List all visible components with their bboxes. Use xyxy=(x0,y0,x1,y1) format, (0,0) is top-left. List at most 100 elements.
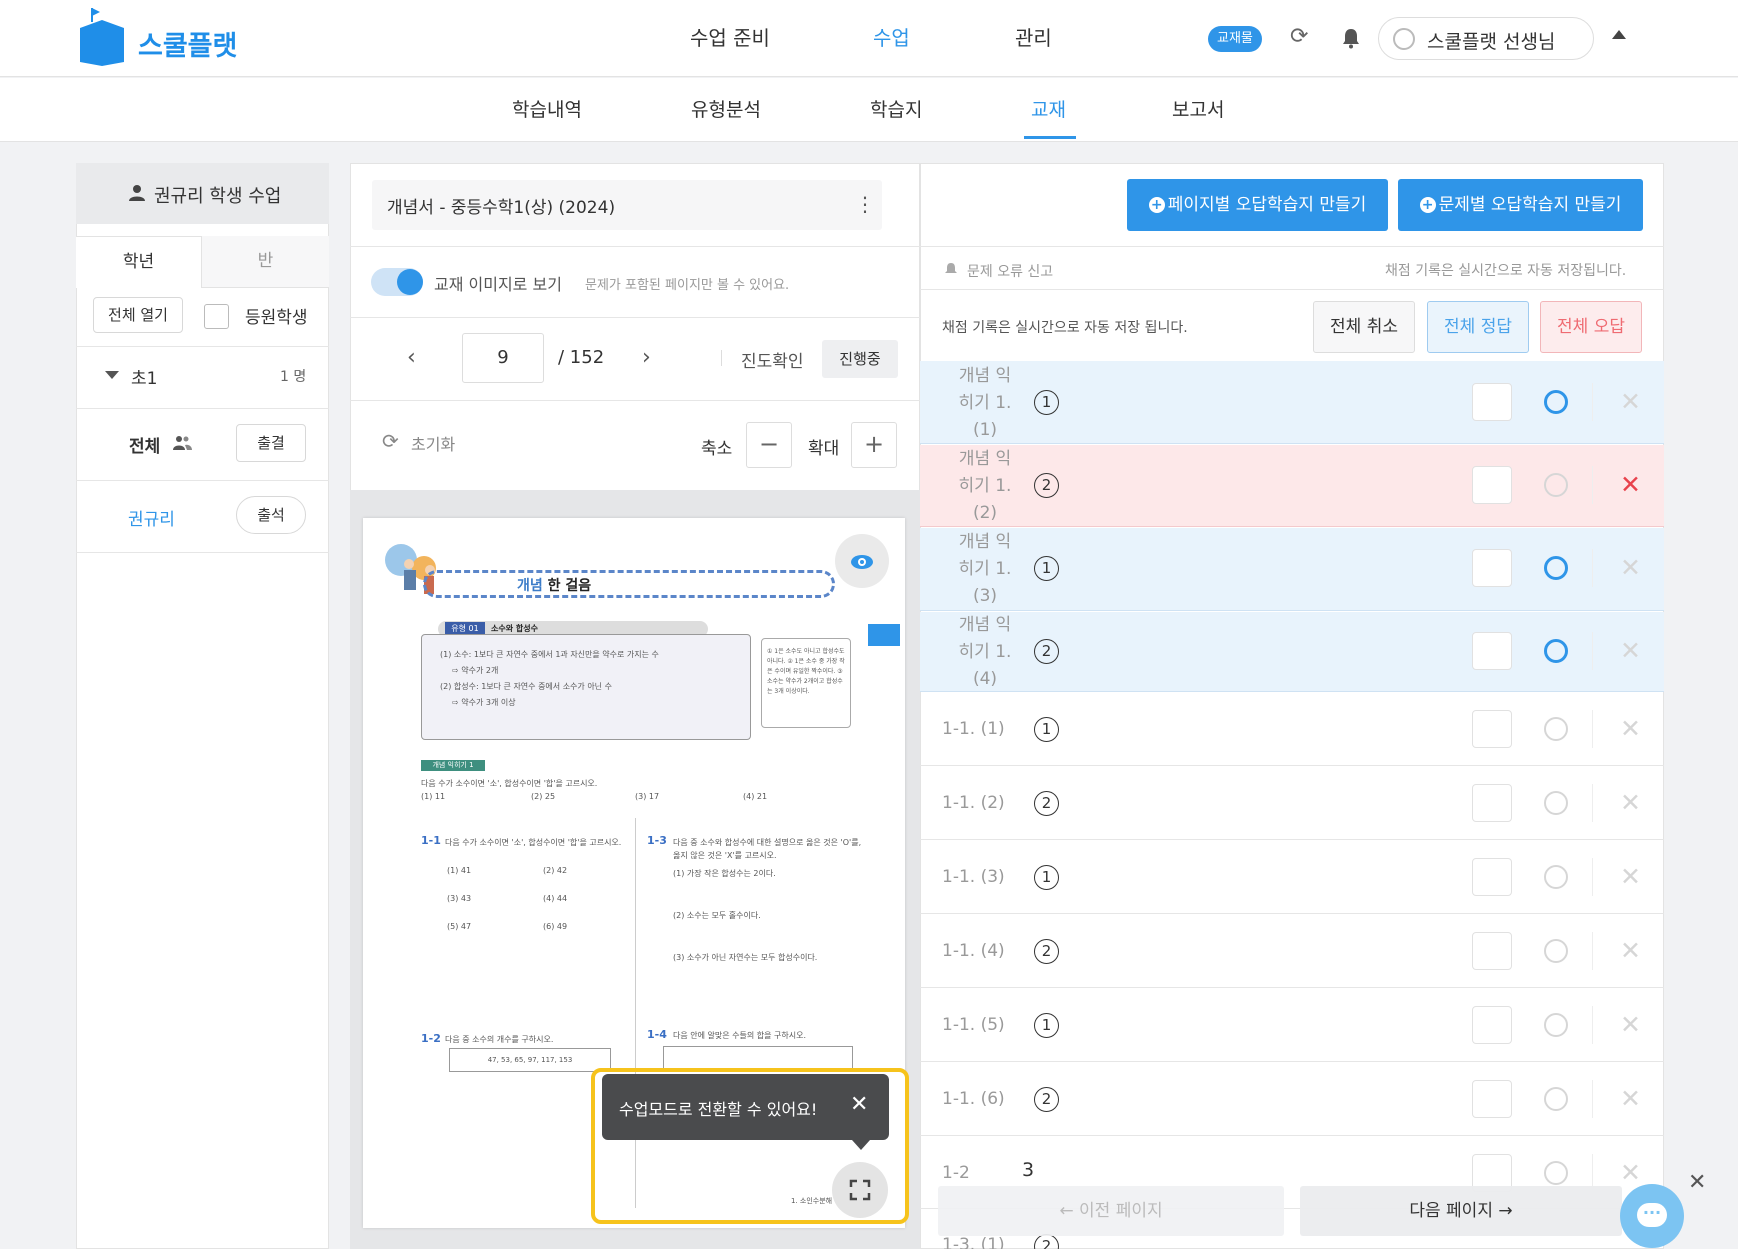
bell-icon[interactable] xyxy=(1341,27,1361,49)
refresh-icon[interactable]: ⟳ xyxy=(1290,24,1308,49)
problem-label: 개념 익 히기 1. (2) xyxy=(950,446,1020,527)
next-page-icon[interactable]: › xyxy=(642,345,651,370)
correct-mark-icon[interactable] xyxy=(1544,865,1568,889)
attend-all-button[interactable]: 출결 xyxy=(236,424,306,462)
tab-history[interactable]: 학습내역 xyxy=(512,95,582,122)
chat-icon[interactable]: ··· xyxy=(1620,1184,1684,1248)
caret-up-icon[interactable] xyxy=(1612,30,1626,39)
close-chat-icon[interactable]: ✕ xyxy=(1688,1170,1706,1195)
wrong-mark-icon[interactable]: ✕ xyxy=(1620,716,1641,741)
wrong-mark-icon[interactable]: ✕ xyxy=(1620,938,1641,963)
correct-mark-icon[interactable] xyxy=(1544,390,1568,414)
next-page-button[interactable]: 다음 페이지 → xyxy=(1300,1186,1622,1236)
person-icon xyxy=(129,185,145,201)
note-icon[interactable] xyxy=(1472,932,1512,970)
student-attendance-button[interactable]: 출석 xyxy=(236,496,306,534)
book-selector[interactable]: 개념서 - 중등수학1(상) (2024) ⋮ xyxy=(372,180,882,230)
note-icon[interactable] xyxy=(1472,858,1512,896)
make-problem-worksheet-button[interactable]: + 문제별 오답학습지 만들기 xyxy=(1398,179,1643,231)
tab-type-analysis[interactable]: 유형분석 xyxy=(691,95,761,122)
eye-icon[interactable] xyxy=(835,534,889,588)
report-error-link[interactable]: 문제 오류 신고 xyxy=(967,261,1053,281)
note-icon[interactable] xyxy=(1472,784,1512,822)
answer-row: 1-1. (1) 1 ✕ xyxy=(920,693,1664,766)
wrong-mark-icon[interactable]: ✕ xyxy=(1620,389,1641,414)
problem-label-line: 개념 익 xyxy=(958,449,1012,469)
fullscreen-icon[interactable] xyxy=(832,1162,888,1218)
correct-mark-icon[interactable] xyxy=(1544,1161,1568,1185)
header-title: 개념 한 걸음 xyxy=(517,575,591,595)
problem-label: 1-2 xyxy=(942,1163,970,1183)
wrong-mark-icon[interactable]: ✕ xyxy=(1620,864,1641,889)
tab-class[interactable]: 반 xyxy=(202,236,329,288)
note-icon[interactable] xyxy=(1472,1006,1512,1044)
student-answer: 2 xyxy=(1034,473,1059,498)
student-answer: 2 xyxy=(1034,939,1059,964)
progress-status-button[interactable]: 진행중 xyxy=(822,340,898,378)
more-icon[interactable]: ⋮ xyxy=(855,190,875,218)
nav-class[interactable]: 수업 xyxy=(873,22,910,51)
nav-manage[interactable]: 관리 xyxy=(1015,22,1052,51)
caret-down-icon[interactable] xyxy=(105,371,119,379)
correct-mark-icon[interactable] xyxy=(1544,717,1568,741)
note-icon[interactable] xyxy=(1472,549,1512,587)
question-option: (6) 49 xyxy=(543,922,568,931)
wrong-mark-icon[interactable]: ✕ xyxy=(1620,1012,1641,1037)
user-menu[interactable]: 스쿨플랫 선생님 xyxy=(1378,17,1594,60)
tab-worksheet[interactable]: 학습지 xyxy=(870,95,922,122)
group-icon xyxy=(173,436,192,450)
problem-label-line: 개념 익 xyxy=(958,366,1012,386)
correct-mark-icon[interactable] xyxy=(1544,556,1568,580)
enrolled-checkbox[interactable] xyxy=(204,304,229,329)
definition-line: (1) 소수: 1보다 큰 자연수 중에서 1과 자신만을 약수로 가지는 수 xyxy=(440,650,659,659)
tab-textbook[interactable]: 교재 xyxy=(1031,95,1066,122)
correct-mark-icon[interactable] xyxy=(1544,639,1568,663)
problem-label: 개념 익 히기 1. (3) xyxy=(950,529,1020,610)
nav-class-prep[interactable]: 수업 준비 xyxy=(690,22,770,51)
correct-mark-icon[interactable] xyxy=(1544,939,1568,963)
correct-mark-icon[interactable] xyxy=(1544,1013,1568,1037)
note-icon[interactable] xyxy=(1472,1080,1512,1118)
all-correct-button[interactable]: 전체 정답 xyxy=(1427,301,1529,353)
note-icon[interactable] xyxy=(1472,466,1512,504)
prev-page-icon[interactable]: ‹ xyxy=(407,345,416,370)
problem-label-line: 히기 1. xyxy=(958,642,1012,662)
brand-name[interactable]: 스쿨플랫 xyxy=(138,24,237,63)
wrong-mark-icon[interactable]: ✕ xyxy=(1620,472,1641,497)
zoom-in-button[interactable]: + xyxy=(851,422,897,468)
tab-report[interactable]: 보고서 xyxy=(1172,95,1224,122)
wrong-mark-icon[interactable]: ✕ xyxy=(1620,1086,1641,1111)
prev-page-button[interactable]: ← 이전 페이지 xyxy=(938,1186,1284,1236)
page-number-input[interactable]: 9 xyxy=(462,333,544,383)
progress-label: 진도확인 xyxy=(741,352,804,372)
note-icon[interactable] xyxy=(1472,632,1512,670)
tab-grade[interactable]: 학년 xyxy=(76,236,202,288)
make-page-worksheet-button[interactable]: + 페이지별 오답학습지 만들기 xyxy=(1127,179,1388,231)
wrong-mark-icon[interactable]: ✕ xyxy=(1620,638,1641,663)
all-wrong-button[interactable]: 전체 오답 xyxy=(1540,301,1642,353)
question-number: 1-3 xyxy=(647,834,667,847)
problem-label-line: (4) xyxy=(972,669,998,689)
note-icon[interactable] xyxy=(1472,710,1512,748)
reset-icon[interactable]: ⟳ xyxy=(382,429,399,453)
wrong-mark-icon[interactable]: ✕ xyxy=(1620,1160,1641,1185)
grade-label[interactable]: 초1 xyxy=(131,364,157,389)
divider xyxy=(1592,549,1593,587)
correct-mark-icon[interactable] xyxy=(1544,1087,1568,1111)
correct-mark-icon[interactable] xyxy=(1544,791,1568,815)
zoom-out-button[interactable]: − xyxy=(746,422,792,468)
student-name[interactable]: 권규리 xyxy=(128,505,175,530)
close-icon[interactable]: ✕ xyxy=(850,1092,868,1117)
autosave-notice-top: 채점 기록은 실시간으로 자동 저장됩니다. xyxy=(1385,263,1627,279)
question-number: 1-1 xyxy=(421,834,441,847)
note-icon[interactable] xyxy=(1472,383,1512,421)
cancel-all-button[interactable]: 전체 취소 xyxy=(1313,301,1415,353)
material-badge[interactable]: 교재물 xyxy=(1208,26,1262,52)
reset-label[interactable]: 초기화 xyxy=(411,431,455,455)
open-all-button[interactable]: 전체 열기 xyxy=(93,297,183,333)
wrong-mark-icon[interactable]: ✕ xyxy=(1620,555,1641,580)
image-view-toggle[interactable] xyxy=(371,268,423,296)
question-1-3: 다음 중 소수와 합성수에 대한 설명으로 옳은 것은 'O'를, 옳지 않은 … xyxy=(673,838,862,860)
correct-mark-icon[interactable] xyxy=(1544,473,1568,497)
wrong-mark-icon[interactable]: ✕ xyxy=(1620,790,1641,815)
